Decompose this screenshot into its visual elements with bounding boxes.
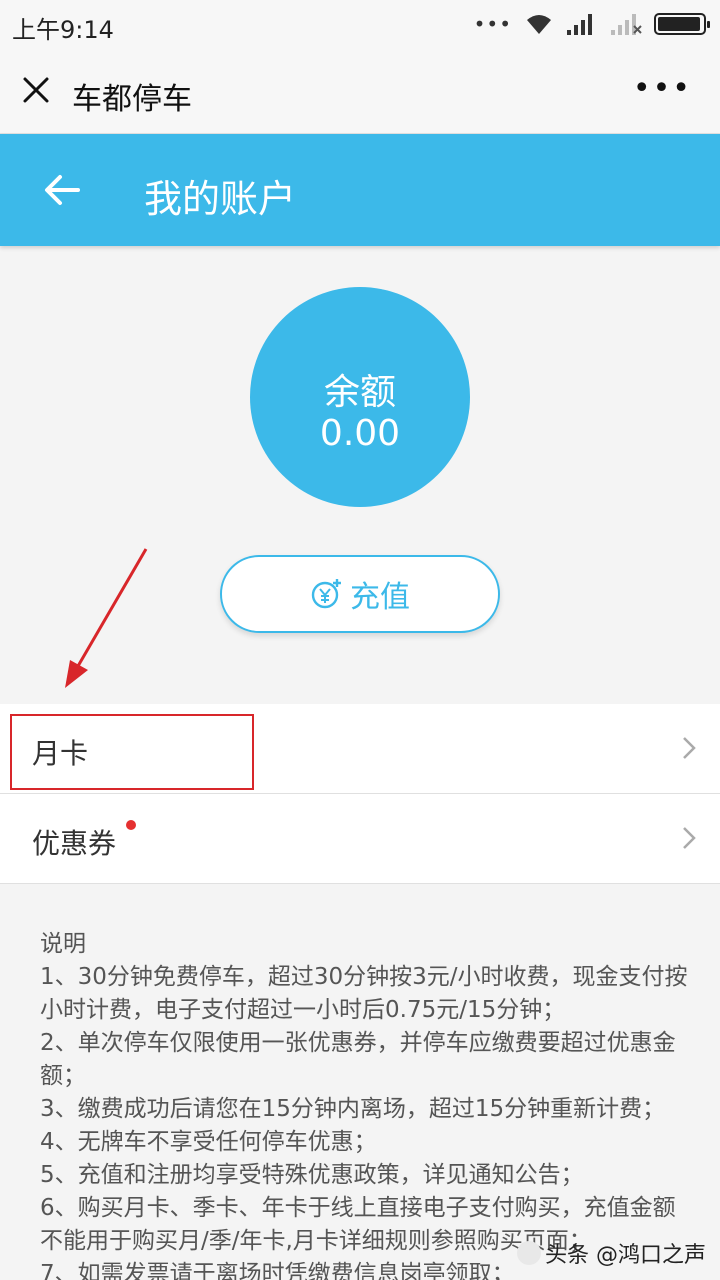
wifi-icon — [527, 15, 551, 34]
signal-icon — [567, 14, 592, 35]
balance-value: 0.00 — [319, 413, 401, 454]
battery-icon — [654, 13, 710, 35]
app-header: 我的账户 — [0, 134, 720, 246]
menu-item-label: 优惠券 — [32, 827, 117, 860]
status-bar: 上午9:14 ••• — [0, 0, 720, 50]
balance-label: 余额 — [323, 372, 396, 413]
notes-section: 说明 1、30分钟免费停车，超过30分钟按3元/小时收费，现金支付按小时计费，电… — [40, 928, 690, 1280]
chevron-right-icon — [683, 737, 696, 759]
status-time: 上午9:14 — [12, 16, 114, 44]
note-line: 1、30分钟免费停车，超过30分钟按3元/小时收费，现金支付按小时计费，电子支付… — [40, 964, 688, 1023]
note-line: 3、缴费成功后请您在15分钟内离场，超过15分钟重新计费； — [40, 1096, 666, 1122]
chevron-right-icon — [683, 827, 696, 849]
menu-item-coupons[interactable]: 优惠券 — [0, 794, 720, 884]
status-icons: ••• — [473, 12, 710, 36]
notification-dots: ••• — [473, 12, 512, 36]
more-options-button[interactable]: ••• — [633, 74, 692, 104]
back-arrow-icon[interactable] — [40, 170, 84, 210]
signal-off-icon — [611, 14, 642, 35]
highlight-box — [10, 714, 254, 790]
note-line: 2、单次停车仅限使用一张优惠券，并停车应缴费要超过优惠金额； — [40, 1030, 676, 1089]
notes-title: 说明 — [40, 931, 86, 957]
watermark-text: 头条 @鸿口之声 — [545, 1243, 706, 1268]
recharge-label: 充值 — [350, 580, 410, 615]
note-line: 4、无牌车不享受任何停车优惠； — [40, 1129, 377, 1155]
page-title: 我的账户 — [144, 177, 297, 221]
watermark: 头条 @鸿口之声 — [517, 1237, 706, 1269]
notification-badge — [126, 820, 136, 830]
close-icon[interactable] — [18, 72, 54, 108]
note-line: 5、充值和注册均享受特殊优惠政策，详见通知公告； — [40, 1162, 584, 1188]
wechat-title: 车都停车 — [72, 82, 192, 117]
annotation-arrow — [65, 548, 148, 688]
balance-circle: 余额 0.00 — [250, 287, 470, 507]
yuan-add-icon — [311, 579, 341, 609]
recharge-button[interactable]: 充值 — [220, 555, 500, 633]
watermark-logo-icon — [517, 1241, 541, 1265]
wechat-bar: 车都停车 ••• — [0, 50, 720, 134]
